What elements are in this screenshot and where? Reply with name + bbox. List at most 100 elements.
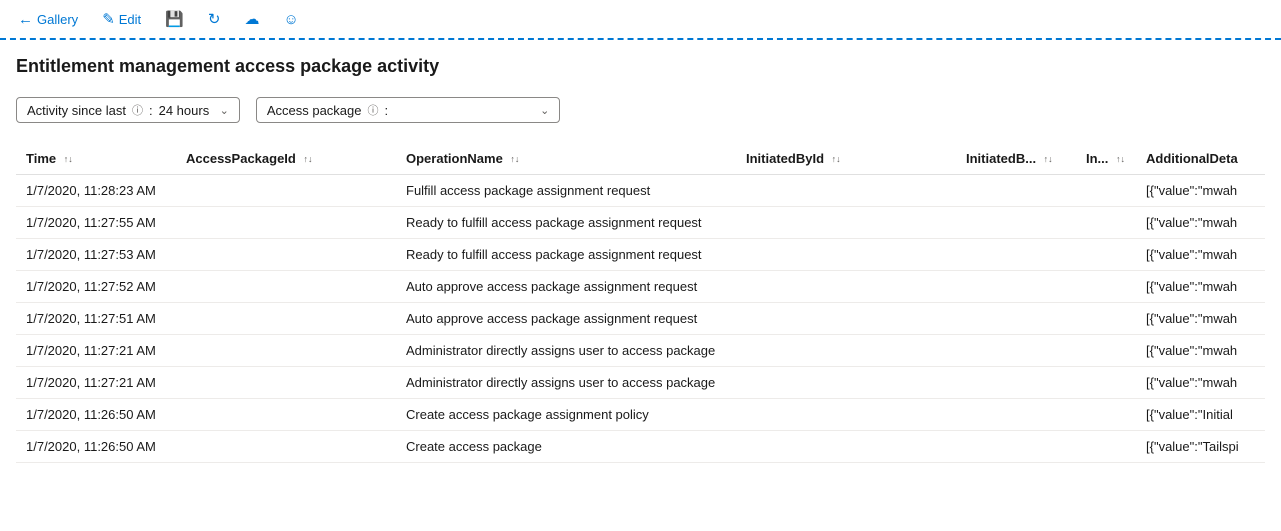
package-info-icon[interactable]: ⓘ: [368, 102, 379, 118]
cell-operationName-1: Ready to fulfill access package assignme…: [396, 207, 736, 239]
cell-operationName-2: Ready to fulfill access package assignme…: [396, 239, 736, 271]
cell-initiatedByB-8: [956, 431, 1076, 463]
cloud-icon: ☁: [244, 10, 259, 28]
cell-initiatedByB-5: [956, 335, 1076, 367]
edit-button[interactable]: ✎ Edit: [96, 6, 147, 32]
cell-operationName-5: Administrator directly assigns user to a…: [396, 335, 736, 367]
table-row[interactable]: 1/7/2020, 11:27:21 AM Administrator direc…: [16, 367, 1265, 399]
cell-in-8: [1076, 431, 1136, 463]
col-header-initiatedb[interactable]: InitiatedB... ↑↓: [956, 143, 1076, 175]
cell-initiatedByB-4: [956, 303, 1076, 335]
sort-icon-time[interactable]: ↑↓: [64, 155, 73, 164]
cell-additionalDeta-4: [{"value":"mwah: [1136, 303, 1265, 335]
cell-in-1: [1076, 207, 1136, 239]
col-header-initiatedbyid[interactable]: InitiatedById ↑↓: [736, 143, 956, 175]
cell-additionalDeta-3: [{"value":"mwah: [1136, 271, 1265, 303]
cell-accessPackageId-1: [176, 207, 396, 239]
package-colon: :: [385, 103, 389, 118]
sort-icon-initbyb[interactable]: ↑↓: [1044, 155, 1053, 164]
cell-operationName-3: Auto approve access package assignment r…: [396, 271, 736, 303]
cell-accessPackageId-6: [176, 367, 396, 399]
cell-additionalDeta-7: [{"value":"Initial: [1136, 399, 1265, 431]
cell-in-2: [1076, 239, 1136, 271]
cell-initiatedByB-0: [956, 175, 1076, 207]
table-row[interactable]: 1/7/2020, 11:26:50 AMCreate access packa…: [16, 431, 1265, 463]
table-row[interactable]: 1/7/2020, 11:27:51 AM Auto approve access…: [16, 303, 1265, 335]
cell-accessPackageId-7: [176, 399, 396, 431]
cell-additionalDeta-5: [{"value":"mwah: [1136, 335, 1265, 367]
main-content: Entitlement management access package ac…: [0, 40, 1281, 463]
edit-label: Edit: [119, 12, 141, 27]
cell-time-4: 1/7/2020, 11:27:51 AM: [16, 303, 176, 335]
cell-initiatedById-6: [736, 367, 956, 399]
activity-filter-group: Activity since last ⓘ : 24 hours 1 hour …: [16, 97, 240, 123]
activity-info-icon[interactable]: ⓘ: [132, 102, 143, 118]
cell-additionalDeta-8: [{"value":"Tailspi: [1136, 431, 1265, 463]
filters-row: Activity since last ⓘ : 24 hours 1 hour …: [16, 97, 1265, 123]
package-filter-group: Access package ⓘ : ⌄: [256, 97, 561, 123]
cell-time-0: 1/7/2020, 11:28:23 AM: [16, 175, 176, 207]
table-header-row: Time ↑↓ AccessPackageId ↑↓ OperationName…: [16, 143, 1265, 175]
package-chevron-icon: ⌄: [540, 104, 549, 117]
toolbar: ← Gallery ✎ Edit 💾 ↻ ☁ ☺: [0, 0, 1281, 40]
cell-in-5: [1076, 335, 1136, 367]
table-row[interactable]: 1/7/2020, 11:27:21 AMAdministrator direc…: [16, 335, 1265, 367]
package-select[interactable]: [394, 103, 534, 118]
refresh-icon: ↻: [208, 10, 221, 28]
save-icon: 💾: [165, 10, 184, 28]
cell-initiatedByB-6: [956, 367, 1076, 399]
cell-in-4: [1076, 303, 1136, 335]
table-body: 1/7/2020, 11:28:23 AMFulfill access pack…: [16, 175, 1265, 463]
refresh-button[interactable]: ↻: [202, 6, 227, 32]
cell-initiatedByB-7: [956, 399, 1076, 431]
cell-operationName-7: Create access package assignment policy: [396, 399, 736, 431]
activity-select[interactable]: 24 hours 1 hour 6 hours 12 hours 7 days …: [159, 103, 214, 118]
package-filter-label: Access package: [267, 103, 362, 118]
table-row[interactable]: 1/7/2020, 11:28:23 AMFulfill access pack…: [16, 175, 1265, 207]
col-header-operationname[interactable]: OperationName ↑↓: [396, 143, 736, 175]
cell-accessPackageId-5: [176, 335, 396, 367]
cell-initiatedByB-3: [956, 271, 1076, 303]
col-header-time[interactable]: Time ↑↓: [16, 143, 176, 175]
cell-initiatedById-4: [736, 303, 956, 335]
cell-initiatedById-3: [736, 271, 956, 303]
cell-initiatedById-1: [736, 207, 956, 239]
cell-additionalDeta-2: [{"value":"mwah: [1136, 239, 1265, 271]
cell-initiatedById-5: [736, 335, 956, 367]
activity-colon: :: [149, 103, 153, 118]
col-header-in[interactable]: In... ↑↓: [1076, 143, 1136, 175]
sort-icon-opname[interactable]: ↑↓: [510, 155, 519, 164]
sort-icon-pkgid[interactable]: ↑↓: [303, 155, 312, 164]
table-row[interactable]: 1/7/2020, 11:27:52 AM Auto approve access…: [16, 271, 1265, 303]
gallery-label: Gallery: [37, 12, 78, 27]
cell-accessPackageId-2: [176, 239, 396, 271]
gallery-button[interactable]: ← Gallery: [12, 7, 84, 32]
cell-time-6: 1/7/2020, 11:27:21 AM: [16, 367, 176, 399]
cloud-button[interactable]: ☁: [238, 6, 265, 32]
data-table: Time ↑↓ AccessPackageId ↑↓ OperationName…: [16, 143, 1265, 463]
col-header-accesspackageid[interactable]: AccessPackageId ↑↓: [176, 143, 396, 175]
table-row[interactable]: 1/7/2020, 11:27:55 AM Ready to fulfill ac…: [16, 207, 1265, 239]
cell-initiatedById-2: [736, 239, 956, 271]
cell-accessPackageId-3: [176, 271, 396, 303]
cell-additionalDeta-6: [{"value":"mwah: [1136, 367, 1265, 399]
table-row[interactable]: 1/7/2020, 11:27:53 AMReady to fulfill ac…: [16, 239, 1265, 271]
cell-operationName-4: Auto approve access package assignment r…: [396, 303, 736, 335]
cell-time-8: 1/7/2020, 11:26:50 AM: [16, 431, 176, 463]
cell-time-3: 1/7/2020, 11:27:52 AM: [16, 271, 176, 303]
cell-initiatedById-7: [736, 399, 956, 431]
cell-initiatedByB-2: [956, 239, 1076, 271]
sort-icon-initbyid[interactable]: ↑↓: [832, 155, 841, 164]
cell-in-7: [1076, 399, 1136, 431]
sort-icon-in[interactable]: ↑↓: [1116, 155, 1125, 164]
cell-initiatedByB-1: [956, 207, 1076, 239]
table-row[interactable]: 1/7/2020, 11:26:50 AMCreate access packa…: [16, 399, 1265, 431]
save-button[interactable]: 💾: [159, 6, 190, 32]
cell-operationName-6: Administrator directly assigns user to a…: [396, 367, 736, 399]
col-header-additionaldata[interactable]: AdditionalDeta: [1136, 143, 1265, 175]
cell-in-0: [1076, 175, 1136, 207]
cell-in-6: [1076, 367, 1136, 399]
page-title: Entitlement management access package ac…: [16, 56, 1265, 77]
emoji-button[interactable]: ☺: [277, 7, 304, 32]
cell-time-1: 1/7/2020, 11:27:55 AM: [16, 207, 176, 239]
